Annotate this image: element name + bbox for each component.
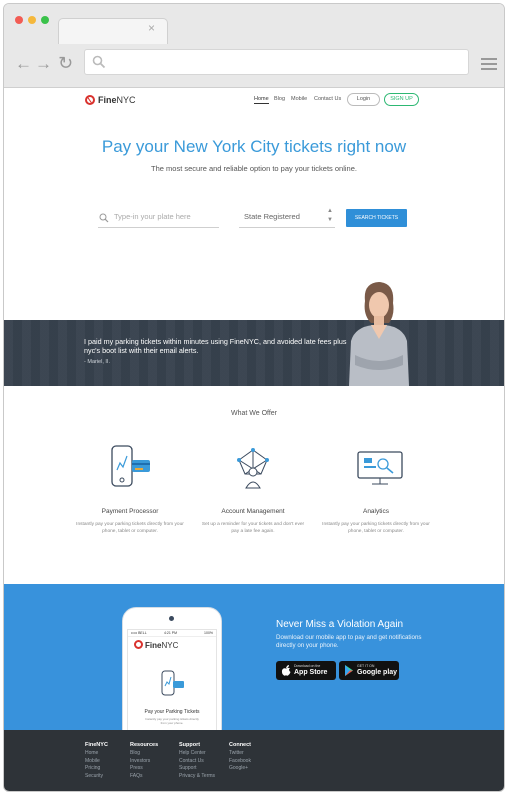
app-section-subtitle: Download our mobile app to pay and get n… bbox=[276, 634, 422, 649]
nav-home[interactable]: Home bbox=[254, 96, 269, 104]
footer-column-finenyc: FineNYC Home Mobile Pricing Security bbox=[85, 742, 108, 780]
browser-window: × ← → ↻ FineNYC Home Blog Mobile Contact… bbox=[3, 3, 505, 792]
plate-search-field[interactable]: Type-in your plate here bbox=[98, 208, 219, 228]
back-arrow-icon[interactable]: ← bbox=[15, 55, 32, 72]
nav-mobile[interactable]: Mobile bbox=[291, 96, 307, 102]
close-window-icon[interactable] bbox=[15, 16, 23, 24]
forward-arrow-icon[interactable]: → bbox=[35, 55, 52, 72]
footer-column-connect: Connect Twitter Facebook Google+ bbox=[229, 742, 251, 773]
footer-link[interactable]: Blog bbox=[130, 750, 158, 758]
google-play-icon bbox=[345, 665, 353, 676]
footer-link[interactable]: Press bbox=[130, 765, 158, 773]
phone-screen-title: Pay your Parking Tickets bbox=[144, 709, 200, 715]
footer-column-support: Support Help Center Contact Us Support P… bbox=[179, 742, 215, 780]
hamburger-menu-icon[interactable] bbox=[481, 58, 497, 73]
phone-app-logo: FineNYC bbox=[128, 640, 216, 650]
footer-link[interactable]: Google+ bbox=[229, 765, 251, 773]
phone-payment-icon bbox=[111, 445, 150, 487]
mobile-app-section: ••••• BELL 4:21 PM 100% FineNYC Pay your… bbox=[4, 584, 504, 730]
web-page: FineNYC Home Blog Mobile Contact Us Logi… bbox=[4, 88, 504, 791]
finenyc-logo-icon bbox=[85, 95, 95, 105]
footer-heading: Support bbox=[179, 742, 201, 748]
footer-link[interactable]: Help Center bbox=[179, 750, 215, 758]
footer-link[interactable]: Security bbox=[85, 773, 108, 781]
feature-account-management: Account Management Set up a reminder for… bbox=[198, 508, 308, 535]
footer-column-resources: Resources Blog Investors Press FAQs bbox=[130, 742, 158, 780]
login-button[interactable]: Login bbox=[347, 93, 380, 106]
testimonial-author: - Mariel, II. bbox=[84, 359, 110, 365]
account-network-icon bbox=[237, 448, 269, 489]
tab-close-icon[interactable]: × bbox=[148, 21, 155, 35]
feature-description: Instantly pay your parking tickets direc… bbox=[76, 522, 184, 534]
search-icon bbox=[92, 55, 106, 69]
search-icon bbox=[99, 213, 109, 223]
footer-link[interactable]: Home bbox=[85, 750, 108, 758]
apple-icon bbox=[281, 665, 291, 676]
footer-link[interactable]: Twitter bbox=[229, 750, 251, 758]
nav-blog[interactable]: Blog bbox=[274, 96, 285, 102]
footer-link[interactable]: Support bbox=[179, 765, 215, 773]
footer-link[interactable]: Mobile bbox=[85, 758, 108, 766]
plate-input-placeholder: Type-in your plate here bbox=[114, 212, 191, 221]
footer-link[interactable]: Pricing bbox=[85, 765, 108, 773]
phone-carrier: ••••• BELL bbox=[131, 631, 147, 635]
feature-analytics: Analytics Instantly pay your parking tic… bbox=[321, 508, 431, 535]
footer-heading: FineNYC bbox=[85, 742, 108, 748]
browser-chrome: × ← → ↻ bbox=[4, 4, 504, 88]
select-arrows-icon: ▲ ▼ bbox=[327, 208, 333, 223]
phone-screen-desc: Instantly pay your parking tickets direc… bbox=[145, 717, 199, 725]
analytics-monitor-icon bbox=[357, 451, 403, 485]
testimonial-banner: I paid my parking tickets within minutes… bbox=[4, 320, 504, 386]
footer-heading: Connect bbox=[229, 742, 251, 748]
feature-description: Set up a reminder for your tickets and d… bbox=[201, 522, 305, 534]
site-footer: FineNYC Home Mobile Pricing Security Res… bbox=[4, 730, 504, 791]
state-select[interactable]: State Registered ▲ ▼ bbox=[239, 208, 335, 228]
site-header: FineNYC Home Blog Mobile Contact Us Logi… bbox=[4, 88, 504, 116]
phone-battery: 100% bbox=[204, 631, 213, 635]
hero-subtitle: The most secure and reliable option to p… bbox=[151, 164, 357, 173]
app-store-big-text: App Store bbox=[294, 669, 328, 676]
hero-title: Pay your New York City tickets right now bbox=[101, 137, 407, 156]
maximize-window-icon[interactable] bbox=[41, 16, 49, 24]
google-play-small-text: GET IT ON bbox=[357, 664, 375, 668]
address-bar[interactable] bbox=[84, 49, 469, 75]
phone-screen: ••••• BELL 4:21 PM 100% FineNYC Pay your… bbox=[127, 629, 217, 730]
customer-photo bbox=[349, 282, 409, 386]
minimize-window-icon[interactable] bbox=[28, 16, 36, 24]
feature-title: Payment Processor bbox=[101, 508, 159, 515]
app-section-title: Never Miss a Violation Again bbox=[276, 619, 404, 630]
phone-payment-icon bbox=[161, 670, 184, 696]
footer-link[interactable]: Contact Us bbox=[179, 758, 215, 766]
footer-heading: Resources bbox=[130, 742, 159, 748]
signup-button[interactable]: SIGN UP bbox=[384, 93, 419, 106]
search-tickets-button[interactable]: SEARCH TICKETS bbox=[346, 209, 407, 227]
state-select-value: State Registered bbox=[244, 212, 300, 221]
feature-payment-processor: Payment Processor Instantly pay your par… bbox=[75, 508, 185, 535]
phone-time: 4:21 PM bbox=[164, 631, 178, 635]
phone-camera-icon bbox=[169, 616, 174, 621]
feature-title: Analytics bbox=[362, 508, 389, 515]
testimonial-quote: I paid my parking tickets within minutes… bbox=[84, 337, 347, 355]
feature-title: Account Management bbox=[221, 508, 285, 515]
footer-link[interactable]: Facebook bbox=[229, 758, 251, 766]
footer-link[interactable]: Investors bbox=[130, 758, 158, 766]
offer-section-title: What We Offer bbox=[230, 410, 278, 417]
app-store-button[interactable]: Download on the App Store bbox=[276, 661, 336, 680]
feature-description: Instantly pay your parking tickets direc… bbox=[322, 522, 430, 534]
nav-contact-us[interactable]: Contact Us bbox=[314, 96, 341, 102]
google-play-button[interactable]: GET IT ON Google play bbox=[339, 661, 399, 680]
footer-link[interactable]: FAQs bbox=[130, 773, 158, 781]
google-play-big-text: Google play bbox=[357, 669, 398, 676]
footer-link[interactable]: Privacy & Terms bbox=[179, 773, 215, 781]
site-logo[interactable]: FineNYC bbox=[85, 95, 136, 105]
app-store-small-text: Download on the bbox=[294, 664, 321, 668]
reload-icon[interactable]: ↻ bbox=[58, 54, 73, 72]
finenyc-logo-icon bbox=[134, 640, 143, 649]
